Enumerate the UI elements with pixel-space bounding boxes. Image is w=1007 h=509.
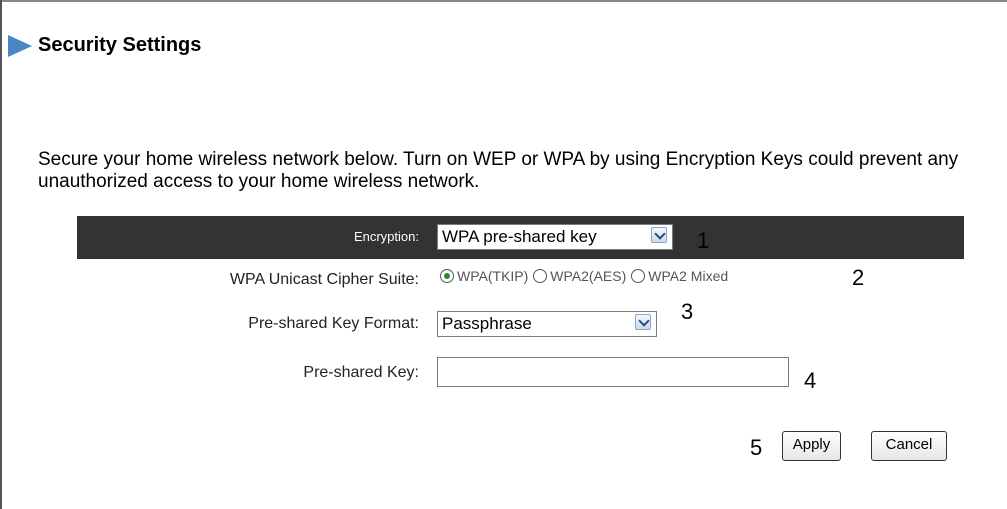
key-format-select[interactable]: Passphrase: [437, 311, 657, 337]
radio-label-wpa2-mixed: WPA2 Mixed: [648, 268, 729, 284]
radio-button-wpa2-mixed[interactable]: [631, 269, 646, 283]
radio-button-wpa2-aes[interactable]: [533, 269, 548, 283]
pre-shared-key-label: Pre-shared Key:: [303, 364, 419, 381]
encryption-label: Encryption:: [353, 229, 419, 244]
chevron-down-icon[interactable]: [651, 227, 667, 243]
chevron-down-icon[interactable]: [635, 314, 651, 330]
step-number-5: 5: [750, 435, 763, 460]
title-arrow-icon: [8, 35, 32, 57]
apply-button-label: Apply: [792, 436, 831, 453]
page-title: Security Settings: [38, 34, 202, 56]
window-left-border: [0, 0, 2, 509]
cancel-button[interactable]: Cancel: [871, 431, 947, 461]
encryption-select-value: WPA pre-shared key: [442, 227, 597, 246]
encryption-select[interactable]: WPA pre-shared key: [437, 224, 673, 250]
radio-wpa2-mixed[interactable]: WPA2 Mixed: [631, 268, 728, 284]
step-number-4: 4: [804, 368, 817, 393]
cipher-suite-label: WPA Unicast Cipher Suite:: [229, 271, 419, 288]
key-format-label: Pre-shared Key Format:: [248, 315, 419, 332]
page-description: Secure your home wireless network below.…: [38, 149, 959, 192]
radio-wpa2-aes[interactable]: WPA2(AES): [533, 268, 626, 284]
key-format-select-value: Passphrase: [442, 314, 532, 333]
step-number-3: 3: [681, 299, 694, 324]
radio-button-wpa-tkip[interactable]: [440, 269, 454, 283]
step-number-2: 2: [852, 265, 865, 290]
radio-wpa-tkip[interactable]: WPA(TKIP): [440, 268, 528, 284]
window-top-border: [0, 0, 1007, 2]
step-number-1: 1: [697, 228, 710, 253]
radio-label-wpa2-aes: WPA2(AES): [550, 268, 627, 284]
cancel-button-label: Cancel: [885, 436, 933, 453]
radio-label-wpa-tkip: WPA(TKIP): [457, 268, 529, 284]
pre-shared-key-input[interactable]: [437, 357, 789, 387]
apply-button[interactable]: Apply: [782, 431, 841, 461]
cipher-suite-radio-group: WPA(TKIP) WPA2(AES) WPA2 Mixed: [440, 268, 733, 284]
